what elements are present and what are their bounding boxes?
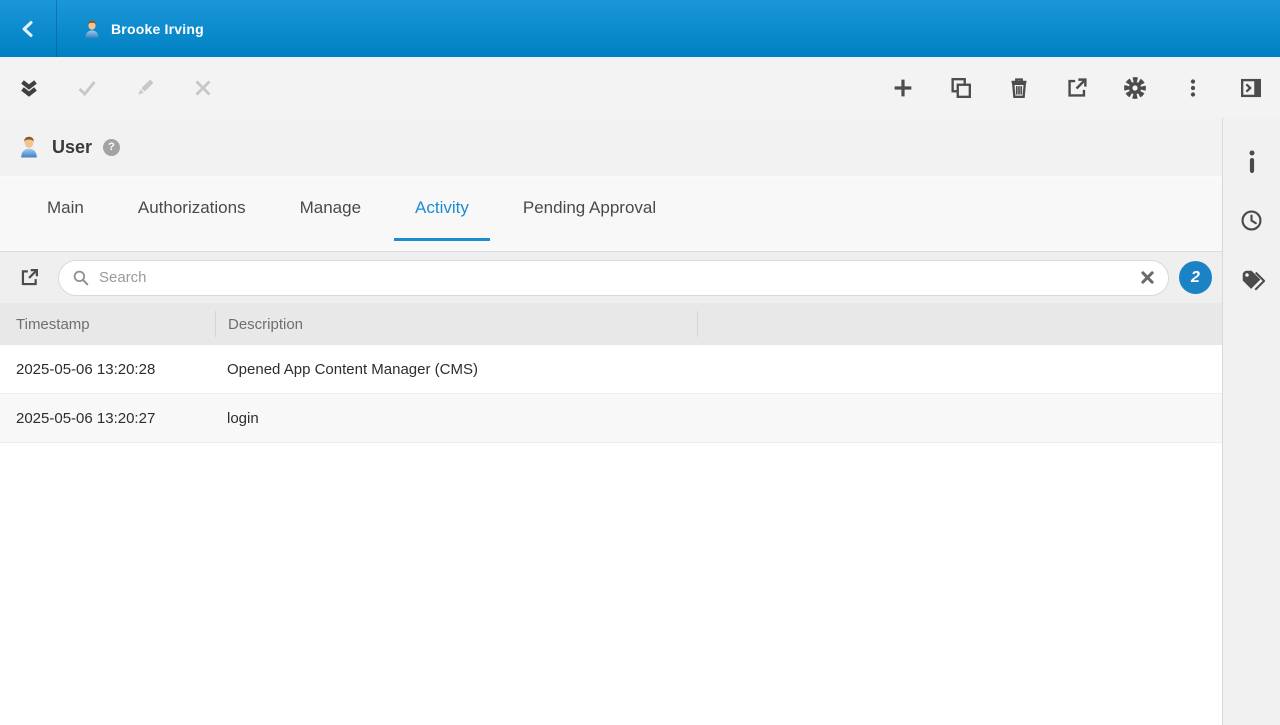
open-external-icon: [1064, 75, 1090, 101]
clock-icon: [1239, 208, 1264, 233]
collapse-all-button[interactable]: [0, 57, 58, 118]
tab-pending-approval[interactable]: Pending Approval: [502, 177, 677, 241]
person-avatar-icon: [17, 135, 41, 159]
tab-main[interactable]: Main: [26, 177, 105, 241]
column-header-timestamp[interactable]: Timestamp: [0, 316, 215, 333]
toolbar-left-group: [0, 57, 232, 118]
current-record: Brooke Irving: [57, 0, 204, 57]
right-side-rail: [1222, 118, 1280, 725]
table-row[interactable]: 2025-05-06 13:20:28 Opened App Content M…: [0, 345, 1222, 394]
person-avatar-icon: [82, 19, 102, 39]
add-record-button[interactable]: [874, 57, 932, 118]
page-header: User ?: [0, 118, 1222, 176]
x-icon: [190, 75, 216, 101]
toggle-side-panel-button[interactable]: [1222, 57, 1280, 118]
check-icon: [74, 75, 100, 101]
column-header-empty: [697, 311, 1222, 337]
cancel-button[interactable]: [174, 57, 232, 118]
tags-panel-button[interactable]: [1223, 250, 1280, 309]
topbar: Brooke Irving: [0, 0, 1280, 57]
table-header: Timestamp Description: [0, 303, 1222, 345]
tab-bar-container: Main Authorizations Manage Activity Pend…: [0, 176, 1222, 251]
cell-description: login: [215, 410, 697, 427]
kebab-menu-icon: [1180, 75, 1206, 101]
record-count-badge: 2: [1179, 261, 1212, 294]
toolbar-right-group: [874, 57, 1280, 118]
duplicate-icon: [948, 75, 974, 101]
column-header-description[interactable]: Description: [215, 311, 697, 337]
open-external-icon: [18, 266, 41, 289]
plus-icon: [890, 75, 916, 101]
clear-search-button[interactable]: [1141, 271, 1154, 284]
history-panel-button[interactable]: [1223, 191, 1280, 250]
cell-timestamp: 2025-05-06 13:20:28: [0, 361, 215, 378]
settings-button[interactable]: [1106, 57, 1164, 118]
table-row[interactable]: 2025-05-06 13:20:27 login: [0, 394, 1222, 443]
info-icon: [1241, 149, 1263, 175]
panel-toggle-icon: [1238, 75, 1264, 101]
back-button[interactable]: [0, 0, 57, 57]
more-options-button[interactable]: [1164, 57, 1222, 118]
record-title: Brooke Irving: [111, 21, 204, 37]
pencil-icon: [132, 75, 158, 101]
info-panel-button[interactable]: [1223, 132, 1280, 191]
empty-area: [0, 443, 1222, 725]
cell-description: Opened App Content Manager (CMS): [215, 361, 697, 378]
edit-button[interactable]: [116, 57, 174, 118]
tab-authorizations[interactable]: Authorizations: [117, 177, 267, 241]
record-content: User ? Main Authorizations Manage Activi…: [0, 118, 1222, 725]
chevron-left-icon: [16, 17, 40, 41]
duplicate-record-button[interactable]: [932, 57, 990, 118]
search-input[interactable]: [99, 269, 1132, 286]
tab-bar: Main Authorizations Manage Activity Pend…: [0, 177, 1222, 241]
cell-timestamp: 2025-05-06 13:20:27: [0, 410, 215, 427]
body: User ? Main Authorizations Manage Activi…: [0, 118, 1280, 725]
tab-manage[interactable]: Manage: [279, 177, 382, 241]
app-window: Brooke Irving: [0, 0, 1280, 725]
confirm-button[interactable]: [58, 57, 116, 118]
double-chevron-down-icon: [16, 75, 42, 101]
toolbar: [0, 57, 1280, 118]
gear-icon: [1122, 75, 1148, 101]
page-title: User: [52, 137, 92, 158]
open-list-button[interactable]: [0, 252, 58, 304]
delete-record-button[interactable]: [990, 57, 1048, 118]
tab-activity[interactable]: Activity: [394, 177, 490, 241]
trash-icon: [1006, 75, 1032, 101]
search-bar: 2: [0, 251, 1222, 303]
clear-x-icon: [1141, 271, 1154, 284]
search-icon: [72, 269, 90, 287]
search-field: [58, 260, 1169, 296]
help-icon[interactable]: ?: [103, 139, 120, 156]
tag-icon: [1239, 267, 1265, 293]
open-in-new-window-button[interactable]: [1048, 57, 1106, 118]
